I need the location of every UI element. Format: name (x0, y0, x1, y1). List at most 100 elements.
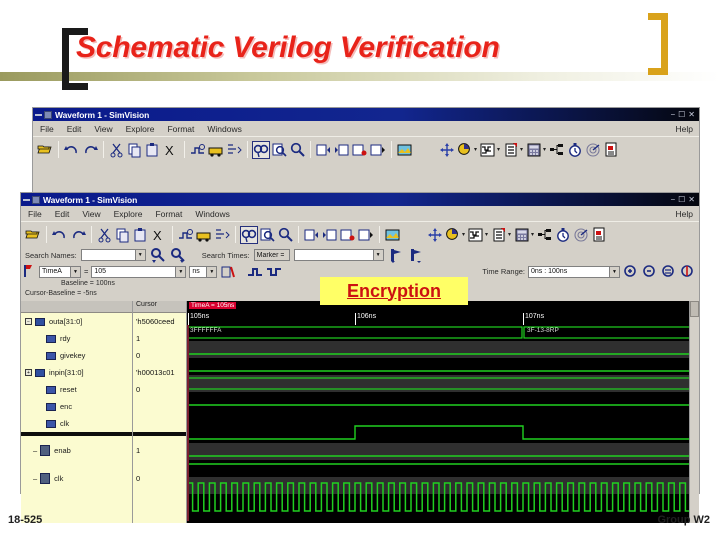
paste-icon[interactable] (133, 227, 149, 243)
menu-file[interactable]: File (28, 209, 42, 219)
expand-icon[interactable] (214, 227, 230, 243)
zoom-signal-icon[interactable] (190, 142, 206, 158)
delete-x-icon[interactable]: X (163, 142, 179, 158)
zoom-out-icon[interactable] (642, 264, 658, 280)
marker-mode-select[interactable]: Marker = (253, 249, 290, 261)
window-close-icon[interactable] (358, 227, 374, 243)
chevron-down-icon[interactable]: ▼ (70, 266, 80, 277)
waveform-grid-icon[interactable] (468, 227, 484, 243)
search-binoculars-icon[interactable] (252, 140, 270, 159)
schematic-icon[interactable] (549, 142, 565, 158)
waveform-canvas[interactable]: TimeA = 105ns Baseline = 100ns 105ns 106… (187, 301, 689, 523)
window-system-icons-front[interactable] (23, 195, 43, 204)
menubar-back[interactable]: File Edit View Explore Format Windows He… (33, 121, 699, 136)
window-titlebar-front[interactable]: Waveform 1 - SimVision − ☐ ✕ (21, 193, 699, 206)
signal-row[interactable]: givekey (21, 347, 132, 364)
marker-value-input[interactable]: ▼ (293, 249, 384, 261)
window-right-icon[interactable] (334, 142, 350, 158)
signal-row[interactable]: + inpin[31:0] (21, 364, 132, 381)
menu-format[interactable]: Format (155, 209, 182, 219)
search-binoculars-icon[interactable] (240, 225, 258, 244)
window-split-icon[interactable] (352, 142, 368, 158)
bus-icon[interactable] (196, 227, 212, 243)
copy-icon[interactable] (115, 227, 131, 243)
zoom-cursor-icon[interactable] (680, 264, 696, 280)
signal-row[interactable]: enc (21, 398, 132, 415)
search-next-icon[interactable] (170, 247, 186, 263)
group-signal-row[interactable]: – clk (21, 464, 132, 492)
cut-icon[interactable] (97, 227, 113, 243)
menu-view[interactable]: View (94, 124, 112, 134)
next-edge-icon[interactable] (266, 264, 282, 280)
menu-file[interactable]: File (40, 124, 54, 134)
cursor-move-icon[interactable] (439, 142, 455, 158)
time-value-input[interactable]: 105 ▼ (91, 265, 187, 278)
expand-icon[interactable] (226, 142, 242, 158)
window-controls-back[interactable]: − ☐ ✕ (670, 110, 697, 119)
report-icon[interactable] (603, 142, 619, 158)
menu-windows[interactable]: Windows (207, 124, 241, 134)
window-close-icon[interactable] (370, 142, 386, 158)
search-names-input[interactable]: ▼ (80, 249, 146, 261)
marker-prev-icon[interactable] (388, 247, 404, 263)
paste-icon[interactable] (145, 142, 161, 158)
waveform-window-back[interactable]: Waveform 1 - SimVision − ☐ ✕ File Edit V… (32, 107, 700, 197)
maximize-icon[interactable]: ☐ (678, 195, 685, 204)
search-prev-icon[interactable] (150, 247, 166, 263)
register-icon[interactable] (503, 142, 519, 158)
menu-help[interactable]: Help (676, 209, 693, 219)
minimize-icon[interactable]: − (670, 110, 675, 119)
time-unit-select[interactable]: ns ▼ (189, 265, 218, 278)
toolbar-dropdown-caret[interactable]: ▾ (520, 146, 523, 153)
register-icon[interactable] (491, 227, 507, 243)
copy-icon[interactable] (127, 142, 143, 158)
zoom-signal-icon[interactable] (178, 227, 194, 243)
zoom-in-icon[interactable] (623, 264, 639, 280)
menubar-front[interactable]: File Edit View Explore Format Windows He… (21, 206, 699, 221)
menu-edit[interactable]: Edit (55, 209, 70, 219)
chevron-down-icon[interactable]: ▼ (175, 266, 186, 277)
waveform-vertical-scrollbar[interactable] (689, 301, 699, 523)
cursor-select[interactable]: TimeA ▼ (39, 265, 81, 278)
signal-row[interactable]: reset (21, 381, 132, 398)
window-controls-front[interactable]: − ☐ ✕ (670, 195, 697, 204)
toolbar-dropdown-caret[interactable]: ▾ (474, 146, 477, 153)
close-icon[interactable]: ✕ (688, 110, 695, 119)
signal-row[interactable]: clk (21, 415, 132, 432)
open-folder-icon[interactable] (37, 142, 53, 158)
prev-edge-icon[interactable] (247, 264, 263, 280)
waveform-window-front[interactable]: Waveform 1 - SimVision − ☐ ✕ File Edit V… (20, 192, 700, 523)
calculator-icon[interactable] (514, 227, 530, 243)
delete-x-icon[interactable]: X (151, 227, 167, 243)
search-bar[interactable]: Search Names: ▼ Search Times: Marker = ▼ (21, 247, 699, 263)
window-image-icon[interactable] (385, 227, 401, 243)
signal-names-pane[interactable]: − outa[31:0] rdy givekey + inpin[31:0] reset en… (21, 301, 133, 523)
toolbar-dropdown-caret[interactable]: ▾ (497, 146, 500, 153)
menu-help[interactable]: Help (676, 124, 693, 134)
minimize-icon[interactable]: − (670, 195, 675, 204)
time-marker-icon[interactable] (24, 264, 36, 280)
marker-icon[interactable] (445, 227, 461, 243)
radar-icon[interactable] (585, 142, 601, 158)
open-folder-icon[interactable] (25, 227, 41, 243)
menu-view[interactable]: View (82, 209, 100, 219)
window-system-icons-back[interactable] (35, 110, 55, 119)
toolbar-dropdown-caret[interactable]: ▾ (508, 231, 511, 238)
find-zoom-icon[interactable] (289, 142, 305, 158)
window-titlebar-back[interactable]: Waveform 1 - SimVision − ☐ ✕ (33, 108, 699, 121)
redo-icon[interactable] (82, 142, 98, 158)
menu-explore[interactable]: Explore (126, 124, 155, 134)
cut-icon[interactable] (109, 142, 125, 158)
zoom-fit-icon[interactable] (661, 264, 677, 280)
toolbar-dropdown-caret[interactable]: ▾ (462, 231, 465, 238)
window-right-icon[interactable] (322, 227, 338, 243)
goto-time-icon[interactable] (220, 264, 236, 280)
clock-icon[interactable] (567, 142, 583, 158)
find-doc-icon[interactable] (259, 227, 275, 243)
chevron-down-icon[interactable]: ▼ (134, 250, 145, 260)
window-left-icon[interactable] (316, 142, 332, 158)
time-ruler[interactable]: 105ns 106ns 107ns (187, 313, 689, 325)
signal-expander-toggle[interactable]: − (25, 318, 32, 325)
toolbar-back[interactable]: X ▾ ▾ ▾ ▾ (33, 136, 699, 162)
undo-icon[interactable] (52, 227, 68, 243)
